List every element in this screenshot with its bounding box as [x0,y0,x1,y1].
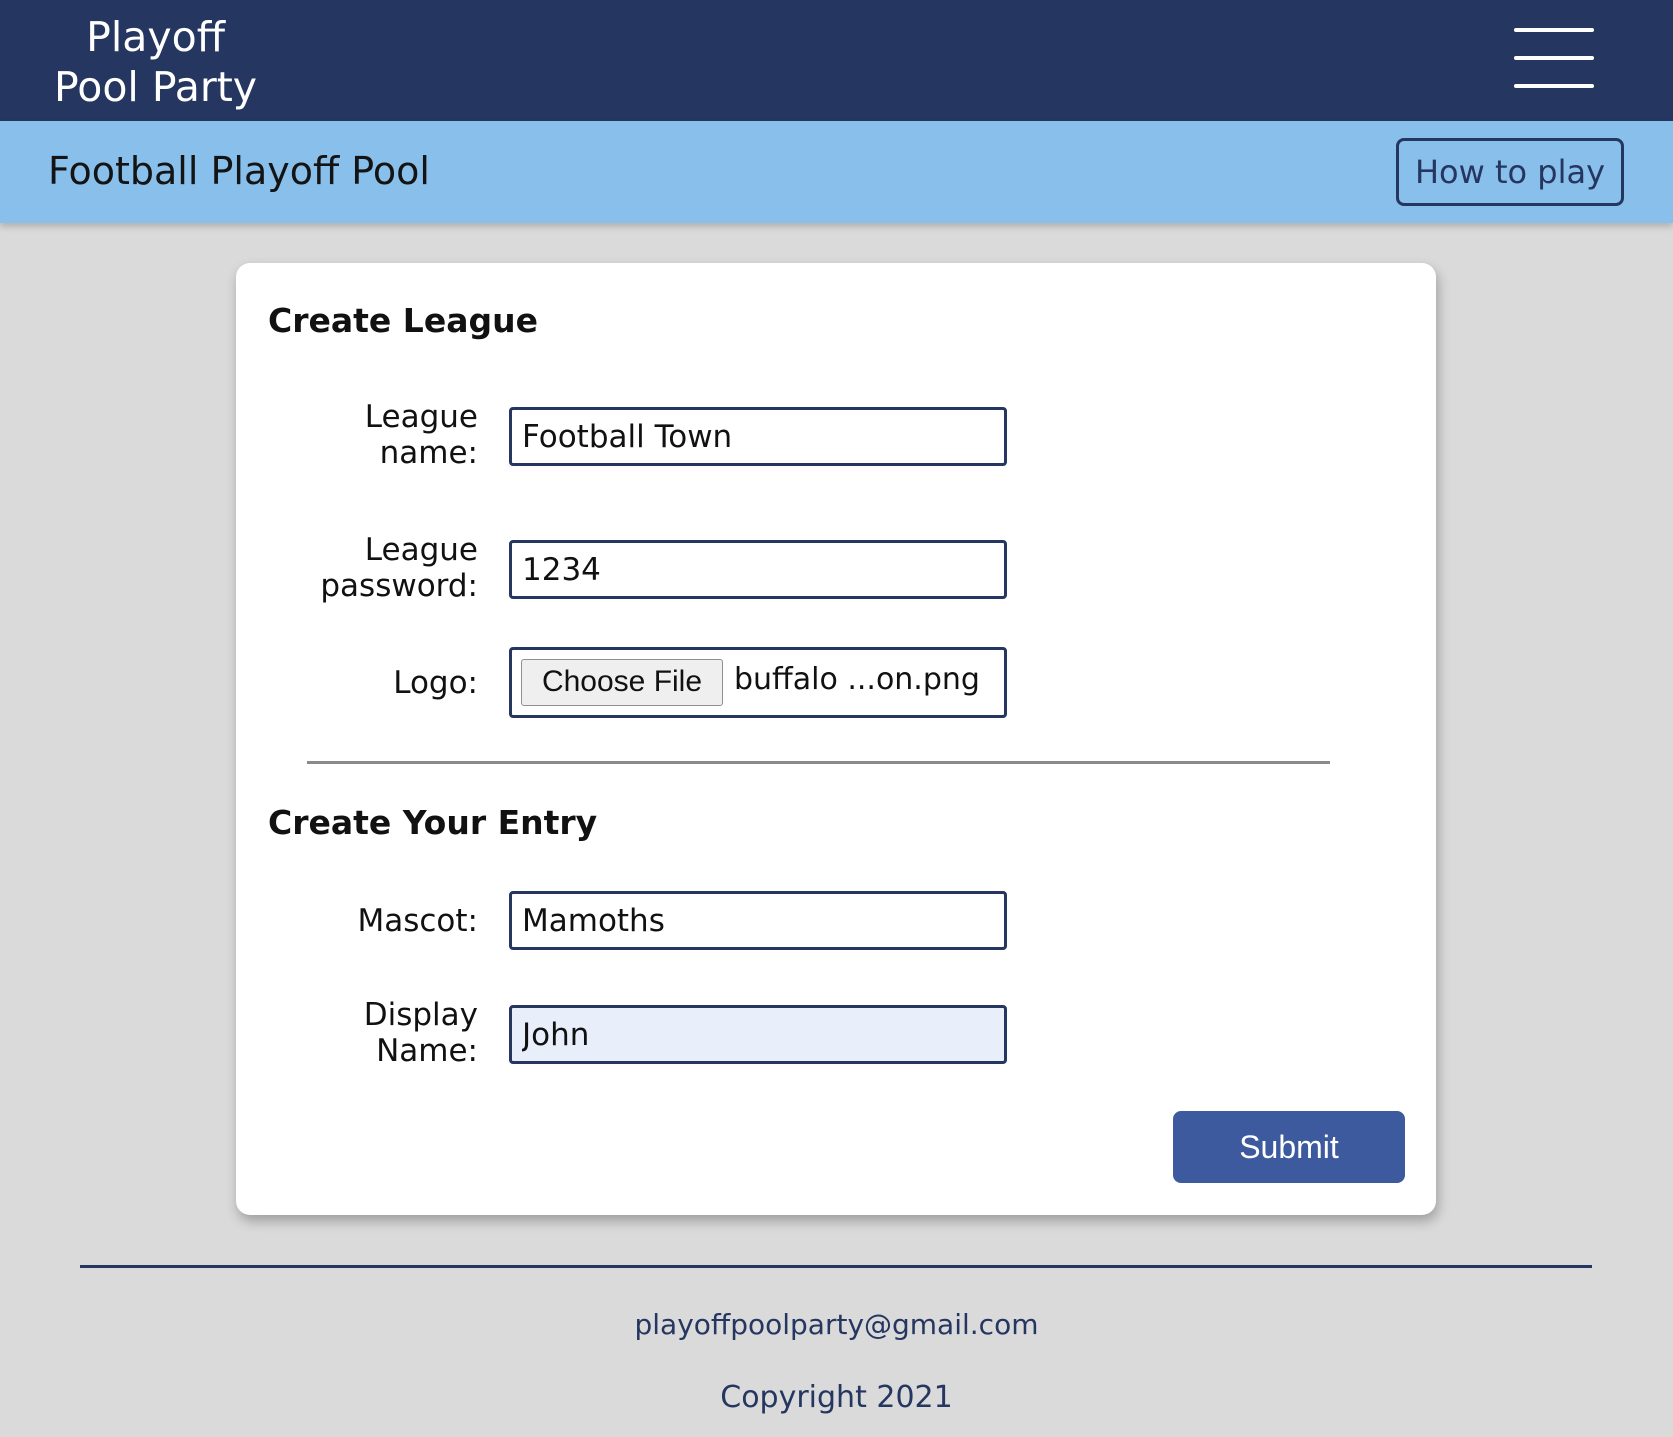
hamburger-menu-icon[interactable] [1512,26,1596,92]
mascot-label: Mascot: [357,903,478,939]
brand-line-1: Playoff [86,13,225,61]
league-name-input[interactable] [509,407,1007,466]
submit-button[interactable]: Submit [1173,1111,1405,1183]
logo-file-input[interactable]: Choose File buffalo ...on.png [509,647,1007,718]
league-name-label-line-2: name: [379,435,478,471]
mascot-input[interactable] [509,891,1007,950]
create-entry-heading: Create Your Entry [268,803,598,842]
league-password-input[interactable] [509,540,1007,599]
league-password-label-line-2: password: [320,568,478,604]
display-name-input[interactable] [509,1005,1007,1064]
brand-line-2: Pool Party [54,63,258,111]
hamburger-bar [1514,56,1594,60]
footer-divider [80,1265,1592,1268]
league-name-label-line-1: League [364,399,478,435]
create-league-heading: Create League [268,301,538,340]
how-to-play-button[interactable]: How to play [1396,138,1624,206]
top-nav: Playoff Pool Party [0,0,1673,121]
league-password-label: League password: [248,532,478,604]
footer-copyright: Copyright 2021 [720,1380,953,1415]
hamburger-bar [1514,84,1594,88]
brand-logo[interactable]: Playoff Pool Party [54,12,257,112]
league-password-label-line-1: League [364,532,478,568]
display-name-label-line-1: Display [363,997,478,1033]
choose-file-button[interactable]: Choose File [521,659,723,706]
section-divider [307,761,1330,764]
create-league-card: Create League League name: League passwo… [236,263,1436,1215]
display-name-label: Display Name: [248,997,478,1069]
footer-email-link[interactable]: playoffpoolparty@gmail.com [0,1308,1673,1341]
league-name-label: League name: [248,399,478,471]
sub-header: Football Playoff Pool How to play [0,121,1673,223]
logo-label: Logo: [393,665,478,701]
selected-file-name: buffalo ...on.png [734,662,980,697]
page-title: Football Playoff Pool [48,149,430,193]
display-name-label-line-2: Name: [376,1033,478,1069]
hamburger-bar [1514,28,1594,32]
